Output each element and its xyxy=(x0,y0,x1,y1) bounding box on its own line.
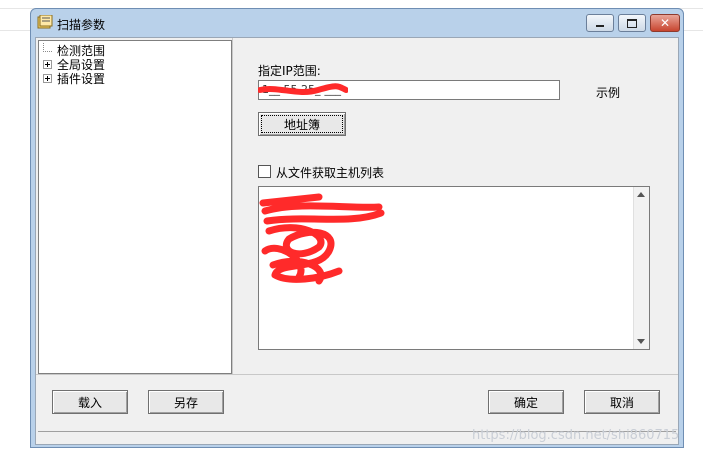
host-list-scrollbar[interactable] xyxy=(633,187,649,349)
footer-divider xyxy=(36,374,678,375)
close-button[interactable]: ✕ xyxy=(650,14,680,32)
from-file-checkbox[interactable] xyxy=(258,165,271,178)
minimize-button[interactable] xyxy=(586,14,614,32)
address-book-button-label: 地址簿 xyxy=(283,117,320,132)
save-as-button-label: 另存 xyxy=(173,395,198,410)
from-file-checkbox-label: 从文件获取主机列表 xyxy=(276,166,385,180)
save-as-button[interactable]: 另存 xyxy=(148,390,224,414)
ip-range-label: 指定IP范围: xyxy=(258,64,321,78)
cancel-button-label: 取消 xyxy=(609,395,634,410)
panel-divider xyxy=(232,38,233,374)
redaction-scribble xyxy=(258,83,348,95)
close-icon: ✕ xyxy=(659,16,671,30)
maximize-button[interactable] xyxy=(618,14,646,32)
tree-item-plugin-settings[interactable]: 插件设置 xyxy=(43,71,106,86)
expand-icon[interactable] xyxy=(43,73,52,83)
redaction-scribble xyxy=(259,193,385,285)
scroll-up-icon[interactable] xyxy=(637,192,645,197)
ok-button[interactable]: 确定 xyxy=(488,390,564,414)
app-icon xyxy=(37,15,53,29)
scroll-down-icon[interactable] xyxy=(637,339,645,344)
address-book-button[interactable]: 地址簿 xyxy=(258,112,346,136)
ok-button-label: 确定 xyxy=(513,395,538,410)
settings-tree[interactable]: 检测范围 全局设置 插件设置 xyxy=(38,40,232,374)
load-button[interactable]: 载入 xyxy=(52,390,128,414)
scan-params-dialog: 扫描参数 ✕ 检测范围 全局设置 插件设置 指定IP范围: 1__.55.25_… xyxy=(30,8,684,448)
tree-item-label: 插件设置 xyxy=(57,71,106,86)
example-label: 示例 xyxy=(596,86,621,100)
cancel-button[interactable]: 取消 xyxy=(584,390,660,414)
watermark: https://blog.csdn.net/shi860715 xyxy=(472,428,680,443)
expand-icon[interactable] xyxy=(43,59,52,69)
title-bar[interactable]: 扫描参数 ✕ xyxy=(31,9,683,37)
tree-connector xyxy=(43,42,52,52)
host-list-textarea[interactable] xyxy=(258,186,650,350)
dialog-client-area: 检测范围 全局设置 插件设置 指定IP范围: 1__.55.25_-___ 示例… xyxy=(35,37,679,445)
minimize-icon xyxy=(596,25,604,27)
window-title: 扫描参数 xyxy=(57,18,106,32)
maximize-icon xyxy=(627,18,637,28)
load-button-label: 载入 xyxy=(77,395,102,410)
